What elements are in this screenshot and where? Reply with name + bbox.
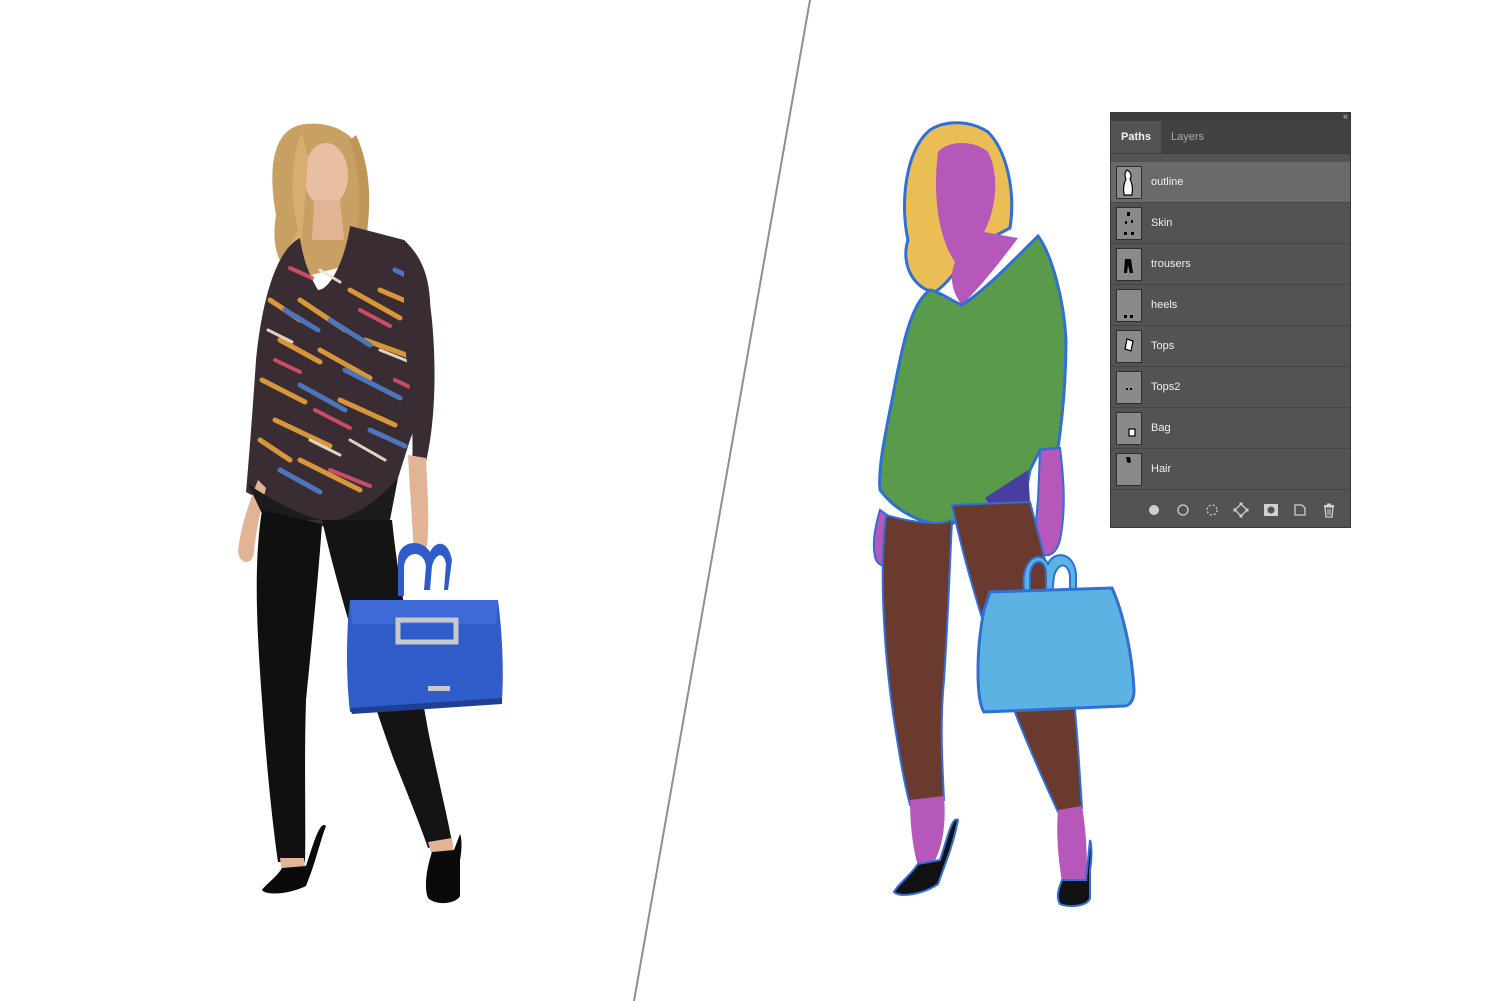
path-thumbnail [1116,370,1142,404]
stroke-path-icon[interactable] [1174,501,1192,519]
path-label: outline [1151,176,1184,188]
collapse-panel-icon[interactable]: « [1343,113,1348,122]
path-row-heels[interactable]: heels [1111,285,1350,326]
path-row-outline[interactable]: outline [1111,162,1350,203]
model-photo [238,123,503,904]
segmented-figure [872,121,1136,907]
path-label: Tops2 [1151,381,1181,393]
paths-panel: « Paths Layers outline Skin trousers hee… [1110,112,1351,528]
paths-list: outline Skin trousers heels Tops Tops2 B… [1111,162,1350,490]
path-thumbnail [1116,329,1142,363]
path-row-tops2[interactable]: Tops2 [1111,367,1350,408]
path-row-bag[interactable]: Bag [1111,408,1350,449]
path-thumbnail [1116,206,1142,240]
panel-footer [1111,493,1350,527]
divider-line [633,0,811,1001]
path-row-hair[interactable]: Hair [1111,449,1350,490]
path-thumbnail [1116,452,1142,486]
path-label: Bag [1151,422,1171,434]
add-mask-icon[interactable] [1262,501,1280,519]
path-thumbnail [1116,411,1142,445]
path-row-skin[interactable]: Skin [1111,203,1350,244]
path-label: Tops [1151,340,1175,352]
path-row-trousers[interactable]: trousers [1111,244,1350,285]
path-label: heels [1151,299,1178,311]
path-thumbnail [1116,247,1142,281]
path-label: Skin [1151,217,1173,229]
path-label: trousers [1151,258,1191,270]
make-work-path-icon[interactable] [1232,501,1250,519]
tab-paths[interactable]: Paths [1111,121,1161,153]
load-selection-icon[interactable] [1203,501,1221,519]
panel-top-bar: « [1111,113,1350,121]
new-path-icon[interactable] [1291,501,1309,519]
path-row-tops[interactable]: Tops [1111,326,1350,367]
fill-path-icon[interactable] [1145,501,1163,519]
panel-tabs: Paths Layers [1111,121,1350,154]
path-thumbnail [1116,288,1142,322]
path-thumbnail [1116,165,1142,199]
tab-layers[interactable]: Layers [1161,121,1214,153]
path-label: Hair [1151,463,1172,475]
delete-path-icon[interactable] [1320,501,1338,519]
